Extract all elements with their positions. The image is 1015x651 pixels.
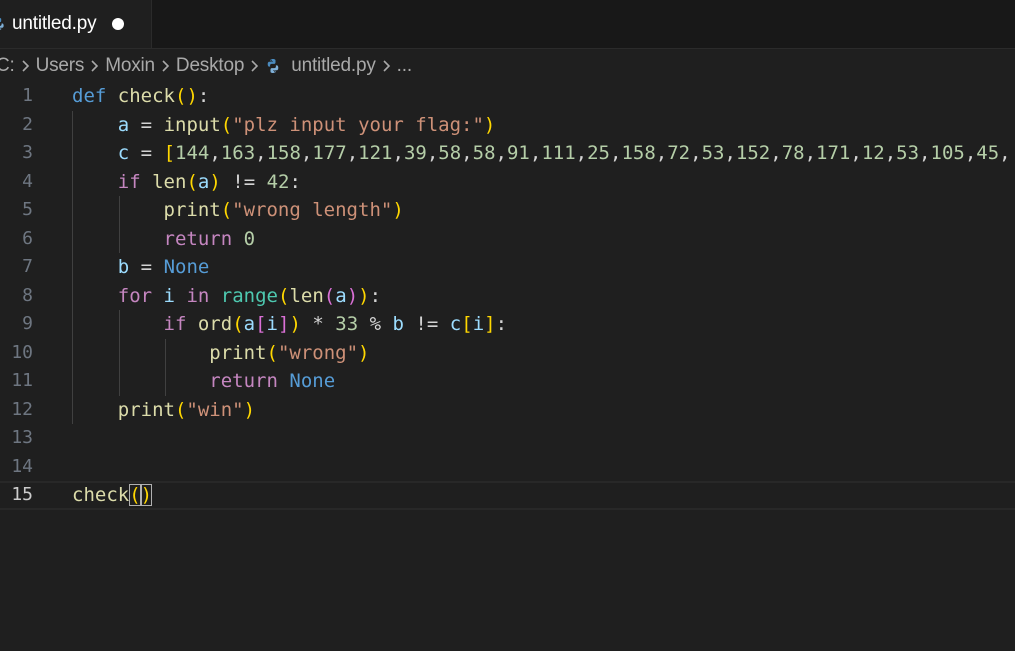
line-number: 1 <box>22 85 33 106</box>
chevron-right-icon <box>249 58 261 74</box>
line-number: 3 <box>22 142 33 163</box>
indent-guide <box>119 196 120 253</box>
line-number: 9 <box>22 313 33 334</box>
code-line[interactable]: 8 for i in range(len(a)): <box>0 282 1015 311</box>
code-text: return 0 <box>163 227 256 250</box>
line-number: 2 <box>22 113 33 135</box>
line-number: 5 <box>22 199 33 220</box>
python-file-icon <box>265 58 281 74</box>
breadcrumb-file-label: untitled.py <box>291 55 376 76</box>
code-text: b = None <box>117 256 210 278</box>
code-line[interactable]: 9 if ord(a[i]) * 33 % b != c[i]: <box>0 310 1015 339</box>
breadcrumb-moxin[interactable]: Moxin <box>105 55 155 77</box>
tab-bar: untitled.py <box>0 0 1015 49</box>
chevron-right-icon <box>20 58 32 74</box>
tab-untitled-py[interactable]: untitled.py <box>0 0 152 48</box>
code-text: check() <box>72 484 153 506</box>
code-text: print("wrong length") <box>163 199 404 221</box>
code-line[interactable]: 15 check() <box>0 481 1015 510</box>
python-file-icon <box>0 17 6 31</box>
code-line[interactable]: 4 if len(a) != 42: <box>0 168 1015 197</box>
code-text: def check(): <box>72 85 210 107</box>
editor-window: untitled.py C: Users Moxin Desktop untit… <box>0 0 1015 651</box>
indent-guide <box>119 310 120 396</box>
line-number: 12 <box>11 398 33 420</box>
breadcrumb-file[interactable]: untitled.py <box>265 55 376 77</box>
chevron-right-icon <box>381 58 393 74</box>
code-line[interactable]: 13 <box>0 424 1015 453</box>
line-number: 4 <box>22 170 33 192</box>
code-line[interactable]: 3 c = [144,163,158,177,121,39,58,58,91,1… <box>0 139 1015 168</box>
breadcrumb-desktop[interactable]: Desktop <box>176 55 245 77</box>
code-line[interactable]: 1 def check(): <box>0 82 1015 111</box>
line-number: 14 <box>11 455 33 477</box>
code-text: if ord(a[i]) * 33 % b != c[i]: <box>163 313 508 335</box>
tab-label: untitled.py <box>12 13 97 34</box>
code-text: a = input("plz input your flag:") <box>117 113 496 136</box>
breadcrumb-users[interactable]: Users <box>36 55 85 77</box>
line-number: 7 <box>22 256 33 277</box>
code-line[interactable]: 12 print("win") <box>0 396 1015 425</box>
code-text: for i in range(len(a)): <box>117 284 382 307</box>
code-line[interactable]: 11 return None <box>0 367 1015 396</box>
line-number: 13 <box>11 427 33 448</box>
code-line[interactable]: 14 <box>0 453 1015 482</box>
code-line[interactable]: 10 print("wrong") <box>0 339 1015 368</box>
breadcrumb-drive[interactable]: C: <box>0 55 15 77</box>
code-line[interactable]: 6 return 0 <box>0 225 1015 254</box>
code-line[interactable]: 2 a = input("plz input your flag:") <box>0 111 1015 140</box>
code-text: return None <box>209 370 336 392</box>
code-text: if len(a) != 42: <box>117 170 301 193</box>
code-text: print("wrong") <box>209 341 370 364</box>
line-number: 6 <box>22 227 33 249</box>
line-number: 11 <box>11 370 33 391</box>
code-editor[interactable]: 1 def check(): 2 a = input("plz input your… <box>0 82 1015 651</box>
indent-guide <box>72 110 73 424</box>
chevron-right-icon <box>160 58 172 74</box>
unsaved-dot-icon[interactable] <box>112 18 125 30</box>
code-line[interactable]: 7 b = None <box>0 253 1015 282</box>
breadcrumb-more[interactable]: ... <box>397 55 412 77</box>
line-number: 10 <box>11 341 33 363</box>
breadcrumb: C: Users Moxin Desktop untitled.py ... <box>0 50 412 82</box>
line-number: 15 <box>11 484 33 505</box>
code-text: print("win") <box>117 398 256 421</box>
line-number: 8 <box>22 284 33 306</box>
chevron-right-icon <box>89 58 101 74</box>
indent-guide <box>165 338 166 396</box>
code-text: c = [144,163,158,177,121,39,58,58,91,111… <box>117 142 1011 164</box>
code-line[interactable]: 5 print("wrong length") <box>0 196 1015 225</box>
